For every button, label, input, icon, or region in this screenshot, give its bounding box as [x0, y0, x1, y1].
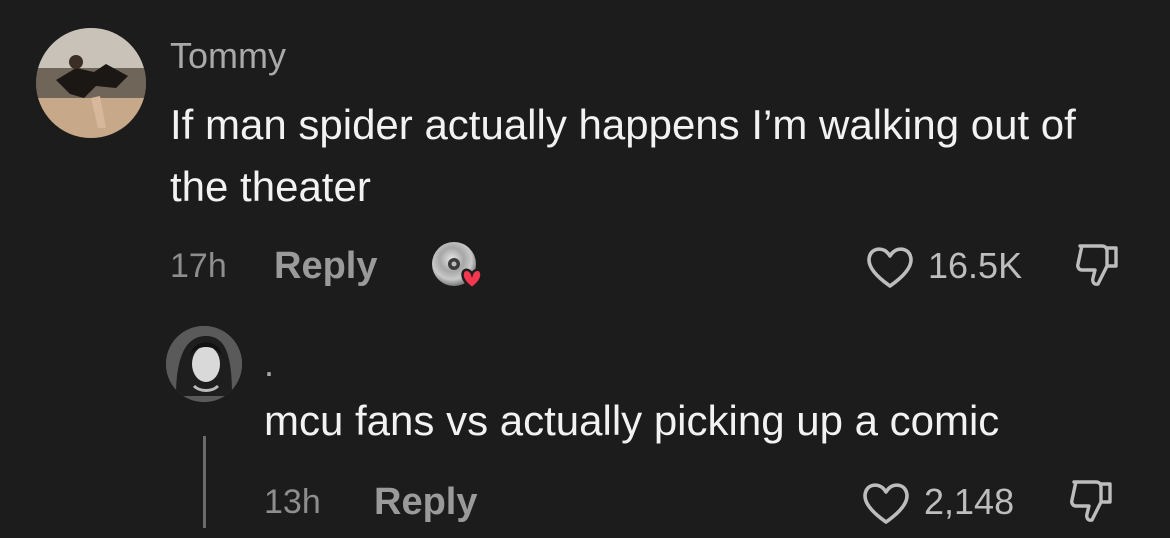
reply-timestamp: 13h — [264, 483, 321, 521]
comment-username[interactable]: Tommy — [170, 36, 286, 76]
reply-avatar[interactable] — [166, 326, 242, 402]
thread-line — [203, 436, 206, 528]
reply-avatar-photo — [166, 326, 242, 402]
disc-heart-icon[interactable] — [428, 240, 490, 292]
thumbs-down-icon[interactable] — [1072, 240, 1122, 290]
heart-outline-icon[interactable] — [864, 244, 916, 290]
comment-text: If man spider actually happens I’m walki… — [170, 101, 1076, 210]
reply-text: mcu fans vs actually picking up a comic — [264, 397, 1000, 444]
reply-username[interactable]: . — [264, 344, 274, 384]
heart-outline-icon[interactable] — [860, 480, 912, 526]
comment-timestamp: 17h — [170, 247, 227, 285]
thumbs-down-icon[interactable] — [1066, 476, 1116, 526]
avatar-photo — [36, 28, 146, 138]
reply-button[interactable]: Reply — [274, 244, 377, 288]
reply-reply-button[interactable]: Reply — [374, 480, 477, 524]
reply-like-count: 2,148 — [924, 481, 1015, 522]
like-count: 16.5K — [928, 245, 1023, 286]
avatar[interactable] — [36, 28, 146, 138]
